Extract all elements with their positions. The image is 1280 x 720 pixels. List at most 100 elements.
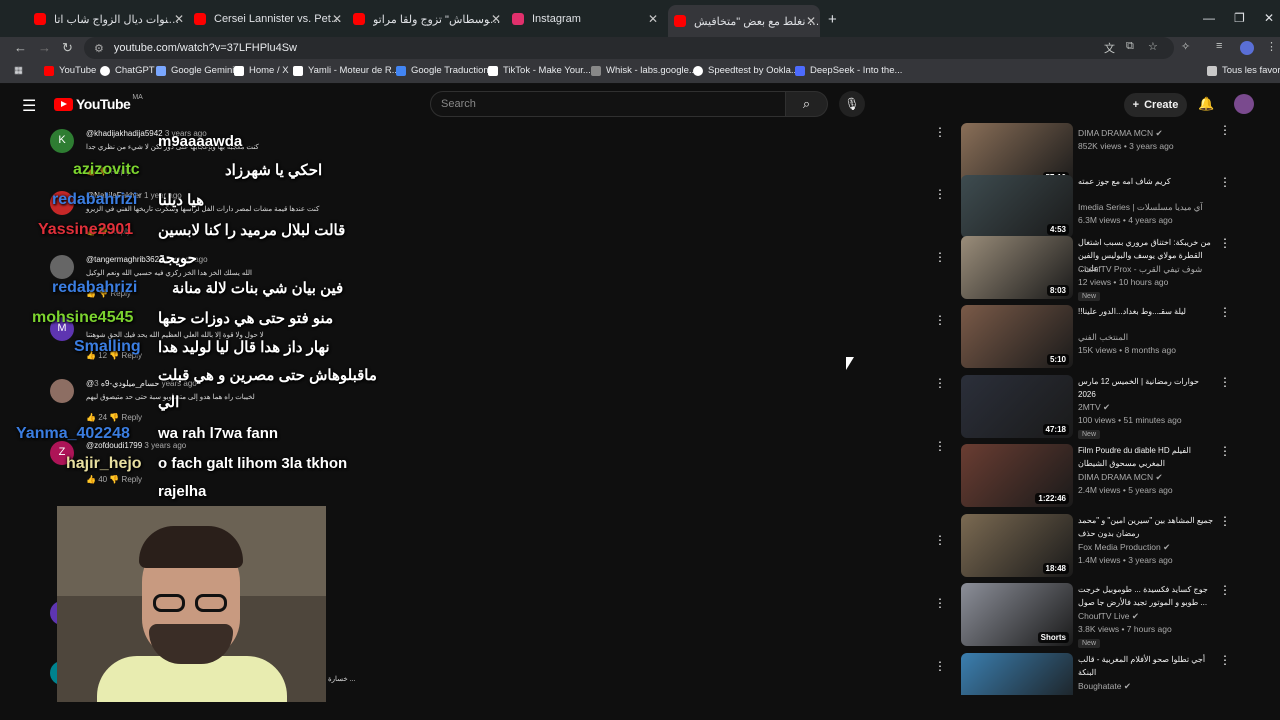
comment-avatar[interactable]	[50, 255, 74, 279]
video-more-icon[interactable]: ⋮	[1219, 305, 1231, 319]
video-thumbnail[interactable]: 5:10	[961, 305, 1073, 368]
channel-label[interactable]: Imedia Series | آي ميديا مسلسلات	[1078, 202, 1203, 212]
like-icon[interactable]: 👍	[86, 475, 96, 484]
recommended-video[interactable]: 8:03 من خريبكة: اختناق مروري بسبب اشتغال …	[960, 236, 1260, 302]
extensions-icon[interactable]: ✧	[1181, 40, 1190, 53]
forward-arrow-icon[interactable]: →	[38, 40, 51, 55]
channel-name[interactable]: Imedia Series | آي ميديا مسلسلات	[1078, 202, 1203, 213]
channel-label[interactable]: DIMA DRAMA MCN	[1078, 472, 1153, 482]
video-title[interactable]: حوارات رمضانية | الخميس 12 مارس 2026	[1078, 375, 1214, 401]
video-more-icon[interactable]: ⋮	[1219, 444, 1231, 458]
video-more-icon[interactable]: ⋮	[1219, 123, 1231, 137]
channel-name[interactable]: Boughatate ✔	[1078, 681, 1131, 692]
reply-button[interactable]: Reply	[122, 475, 142, 484]
channel-name[interactable]: Fox Media Production ✔	[1078, 542, 1170, 553]
video-title[interactable]: ليلة سقـ...وط بغداد...الدور علينا!!	[1078, 305, 1214, 318]
minimize-icon[interactable]: —	[1203, 11, 1215, 25]
site-settings-icon[interactable]: ⚙	[94, 42, 104, 55]
video-title[interactable]: أجي تطلوا صحو الأفلام المغربية - قالب ال…	[1078, 653, 1214, 679]
back-arrow-icon[interactable]: ←	[14, 40, 27, 55]
search-input[interactable]: Search	[430, 91, 786, 117]
channel-name[interactable]: المنتخب الفني	[1078, 332, 1128, 343]
apps-grid-icon[interactable]: ▦	[14, 65, 23, 76]
hamburger-menu-icon[interactable]: ☰	[22, 96, 36, 116]
browser-tab-active[interactable]: خايفه نغلط مع بعض "متخافيش ✕	[668, 5, 820, 37]
comment-more-icon[interactable]: ⋮	[934, 596, 946, 610]
comment-more-icon[interactable]: ⋮	[934, 439, 946, 453]
bookmark-star-icon[interactable]: ☆	[1148, 40, 1158, 53]
browser-menu-icon[interactable]: ⋮	[1266, 40, 1277, 53]
reload-icon[interactable]: ↻	[62, 40, 73, 56]
channel-label[interactable]: 2MTV	[1078, 402, 1101, 412]
comment-avatar[interactable]	[50, 379, 74, 403]
translate-icon[interactable]: 文	[1104, 40, 1115, 56]
channel-name[interactable]: DIMA DRAMA MCN ✔	[1078, 472, 1163, 483]
author-handle[interactable]: @tangermaghrib3627	[86, 255, 164, 264]
browser-tab[interactable]: مول "موسطاش" تزوج ولقا مراتو... ✕	[353, 8, 505, 30]
channel-label[interactable]: Fox Media Production	[1078, 542, 1161, 552]
comment-more-icon[interactable]: ⋮	[934, 533, 946, 547]
close-tab-icon[interactable]: ✕	[491, 12, 501, 26]
browser-tab[interactable]: Instagram ✕	[512, 8, 662, 30]
youtube-logo[interactable]: YouTube MA	[54, 94, 143, 112]
bookmark-chatgpt[interactable]: ChatGPT	[100, 65, 155, 76]
video-more-icon[interactable]: ⋮	[1219, 375, 1231, 389]
bookmark-whisk[interactable]: Whisk - labs.google...	[591, 65, 697, 76]
channel-label[interactable]: ChoufTV Prox - شوف تيفي القرب	[1078, 264, 1202, 274]
channel-name[interactable]: DIMA DRAMA MCN ✔	[1078, 128, 1163, 139]
search-button[interactable]: ⌕	[786, 91, 828, 117]
close-tab-icon[interactable]: ✕	[648, 12, 658, 26]
new-tab-button[interactable]: +	[828, 8, 844, 30]
comment-more-icon[interactable]: ⋮	[934, 313, 946, 327]
author-handle[interactable]: @khadijakhadija5942	[86, 129, 163, 138]
close-tab-icon[interactable]: ✕	[806, 14, 816, 28]
comment-more-icon[interactable]: ⋮	[934, 125, 946, 139]
close-tab-icon[interactable]: ✕	[174, 12, 184, 26]
recommended-video[interactable]: 5:10 ليلة سقـ...وط بغداد...الدور علينا!! ا…	[960, 305, 1260, 371]
video-thumbnail[interactable]: 18:48	[961, 514, 1073, 577]
recommended-video[interactable]: 18:48 جميع المشاهد بين "سيرين امين" و "مح…	[960, 514, 1260, 580]
dislike-icon[interactable]: 👎	[109, 475, 119, 484]
close-tab-icon[interactable]: ✕	[332, 12, 342, 26]
video-thumbnail[interactable]: 4:53	[961, 175, 1073, 238]
channel-label[interactable]: المنتخب الفني	[1078, 332, 1128, 342]
video-more-icon[interactable]: ⋮	[1219, 653, 1231, 667]
channel-name[interactable]: ChoufTV Live ✔	[1078, 611, 1139, 622]
install-app-icon[interactable]: ⧉	[1126, 40, 1134, 53]
all-bookmarks[interactable]: Tous les favoris	[1207, 65, 1280, 76]
notifications-bell-icon[interactable]: 🔔	[1198, 96, 1214, 112]
comment-more-icon[interactable]: ⋮	[934, 376, 946, 390]
like-icon[interactable]: 👍	[86, 413, 96, 422]
bookmark-speedtest[interactable]: Speedtest by Ookla...	[693, 65, 799, 76]
video-title[interactable]: كريم شاف امه مع جوز عمته	[1078, 175, 1214, 188]
video-thumbnail[interactable]: Shorts	[961, 583, 1073, 646]
profile-avatar-icon[interactable]	[1240, 41, 1254, 55]
account-avatar[interactable]	[1234, 94, 1254, 114]
comment-more-icon[interactable]: ⋮	[934, 659, 946, 673]
recommended-video[interactable]: أجي تطلوا صحو الأفلام المغربية - قالب ال…	[960, 653, 1260, 695]
recommended-video[interactable]: 4:53 كريم شاف امه مع جوز عمته Imedia Serie…	[960, 175, 1260, 241]
video-more-icon[interactable]: ⋮	[1219, 514, 1231, 528]
recommended-video[interactable]: Shorts جوج كسايد فكسيدة ... طوموبيل خرجت …	[960, 583, 1260, 649]
channel-label[interactable]: DIMA DRAMA MCN	[1078, 128, 1153, 138]
create-button[interactable]: + Create	[1124, 93, 1187, 117]
comment-avatar[interactable]: K	[50, 129, 74, 153]
video-thumbnail[interactable]: 8:03	[961, 236, 1073, 299]
voice-search-button[interactable]: 🎙	[839, 91, 865, 117]
video-title[interactable]: جوج كسايد فكسيدة ... طوموبيل خرجت ... طو…	[1078, 583, 1214, 609]
video-title[interactable]: Film Poudre du diable HD الفيلم المغربي …	[1078, 444, 1214, 470]
bookmark-youtube[interactable]: YouTube	[44, 65, 96, 76]
video-more-icon[interactable]: ⋮	[1219, 236, 1231, 250]
channel-name[interactable]: 2MTV ✔	[1078, 402, 1110, 413]
address-bar[interactable]: ⚙ youtube.com/watch?v=37LFHPlu4Sw	[84, 37, 1174, 59]
recommended-video[interactable]: 1:22:46 Film Poudre du diable HD الفيلم ا…	[960, 444, 1260, 510]
bookmark-yamli[interactable]: Yamli - Moteur de R...	[293, 65, 400, 76]
bookmark-x[interactable]: Home / X	[234, 65, 289, 76]
comment-more-icon[interactable]: ⋮	[934, 187, 946, 201]
bookmark-gemini[interactable]: Google Gemini	[156, 65, 234, 76]
channel-label[interactable]: Boughatate	[1078, 681, 1121, 691]
video-more-icon[interactable]: ⋮	[1219, 583, 1231, 597]
bookmark-tiktok[interactable]: TikTok - Make Your...	[488, 65, 591, 76]
video-thumbnail[interactable]: 47:18	[961, 375, 1073, 438]
channel-label[interactable]: ChoufTV Live	[1078, 611, 1130, 621]
